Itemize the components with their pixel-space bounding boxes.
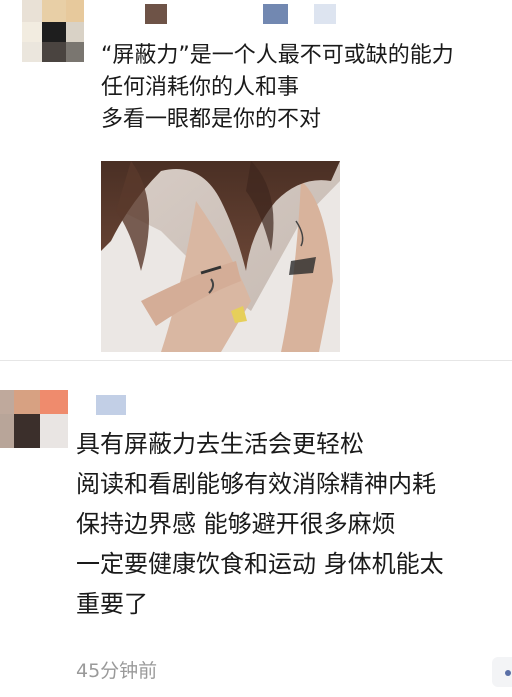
comment-2-timestamp: 45分钟前 (76, 660, 158, 682)
comment-2-text: 具有屏蔽力去生活会更轻松 阅读和看剧能够有效消除精神内耗 保持边界感 能够避开很… (76, 424, 444, 624)
more-dot-icon (505, 670, 511, 676)
comment-1-avatar[interactable] (22, 0, 84, 62)
photo-image (101, 161, 340, 352)
comment-thread: “屏蔽力”是一个人最不可或缺的能力 任何消耗你的人和事 多看一眼都是你的不对 具… (0, 0, 512, 697)
comment-2-line: 具有屏蔽力去生活会更轻松 (76, 430, 364, 458)
comment-1-line: “屏蔽力”是一个人最不可或缺的能力 (101, 43, 454, 68)
comment-divider (0, 360, 512, 361)
comment-1-photo[interactable] (101, 161, 340, 352)
comment-1-line: 多看一眼都是你的不对 (101, 107, 322, 132)
comment-2-line: 保持边界感 能够避开很多麻烦 (76, 510, 396, 538)
comment-1-text: “屏蔽力”是一个人最不可或缺的能力 任何消耗你的人和事 多看一眼都是你的不对 (101, 40, 454, 136)
comment-2-avatar[interactable] (0, 390, 68, 448)
more-button[interactable] (492, 657, 512, 687)
comment-2-line: 一定要健康饮食和运动 身体机能太 (76, 550, 444, 578)
comment-2-line: 重要了 (76, 590, 148, 618)
comment-1-line: 任何消耗你的人和事 (101, 75, 300, 100)
comment-2-line: 阅读和看剧能够有效消除精神内耗 (76, 470, 436, 498)
